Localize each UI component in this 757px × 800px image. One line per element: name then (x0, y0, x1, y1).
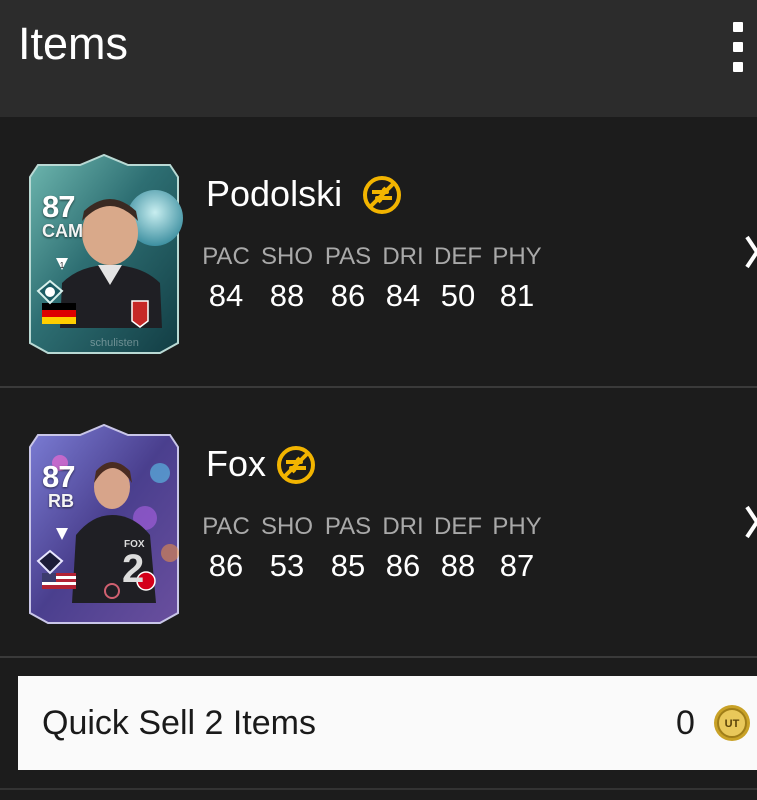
stat-label-def: DEF (434, 513, 482, 540)
page-title: Items (18, 18, 129, 69)
stat-label-pas: PAS (324, 243, 372, 270)
stat-value-pac: 84 (208, 278, 244, 313)
kit-number: 2 (122, 547, 145, 591)
chevron-right-icon[interactable] (745, 505, 757, 539)
stat-value-pas: 86 (330, 278, 366, 313)
card-rating: 87 (42, 459, 75, 494)
stat-label-sho: SHO (260, 513, 313, 540)
stat-label-def: DEF (434, 243, 482, 270)
stat-label-phy: PHY (492, 513, 542, 540)
quick-sell-amount: 0 (676, 704, 695, 742)
stat-label-pas: PAS (324, 513, 372, 540)
card-rating: 87 (42, 189, 75, 224)
coin-icon: UT (714, 705, 750, 741)
card-position: CAM (42, 221, 83, 241)
stat-value-dri: 84 (385, 278, 421, 313)
quick-sell-button[interactable]: Quick Sell 2 Items 0 UT (18, 676, 757, 770)
chevron-right-icon[interactable] (745, 235, 757, 269)
row-divider (0, 656, 757, 658)
stat-value-phy: 81 (499, 278, 535, 313)
app-header: Items (0, 0, 757, 117)
stat-value-sho: 88 (269, 278, 305, 313)
card-position: RB (48, 491, 74, 511)
svg-text:UT: UT (725, 718, 740, 730)
quick-sell-label: Quick Sell 2 Items (42, 704, 316, 742)
stat-label-phy: PHY (492, 243, 542, 270)
svg-text:1: 1 (60, 261, 65, 270)
player-card-fox: 87 RB FOX 2 (20, 423, 188, 628)
player-card-podolski: 1 87 CAM schulisten (20, 153, 188, 358)
stat-value-def: 50 (440, 278, 476, 313)
stat-value-pac: 86 (208, 548, 244, 583)
stat-value-pas: 85 (330, 548, 366, 583)
player-name: Fox (206, 443, 267, 484)
player-name: Podolski (206, 173, 343, 214)
stat-value-phy: 87 (499, 548, 535, 583)
stat-label-dri: DRI (382, 243, 424, 270)
bottom-divider (0, 788, 757, 790)
player-item-fox[interactable]: 87 RB FOX 2 Fox PAC SHO PAS DRI DEF PHY … (0, 388, 757, 656)
stat-value-sho: 53 (269, 548, 305, 583)
player-item-podolski[interactable]: 1 87 CAM schulisten Podolski PAC SHO PAS… (0, 118, 757, 386)
stat-label-pac: PAC (202, 243, 250, 270)
card-watermark: schulisten (90, 337, 139, 349)
stat-value-dri: 86 (385, 548, 421, 583)
stat-label-sho: SHO (260, 243, 313, 270)
more-options-icon[interactable] (729, 20, 749, 72)
stat-label-dri: DRI (382, 513, 424, 540)
untradeable-icon (363, 176, 401, 214)
stat-value-def: 88 (440, 548, 476, 583)
stat-label-pac: PAC (202, 513, 250, 540)
untradeable-icon (277, 446, 315, 484)
